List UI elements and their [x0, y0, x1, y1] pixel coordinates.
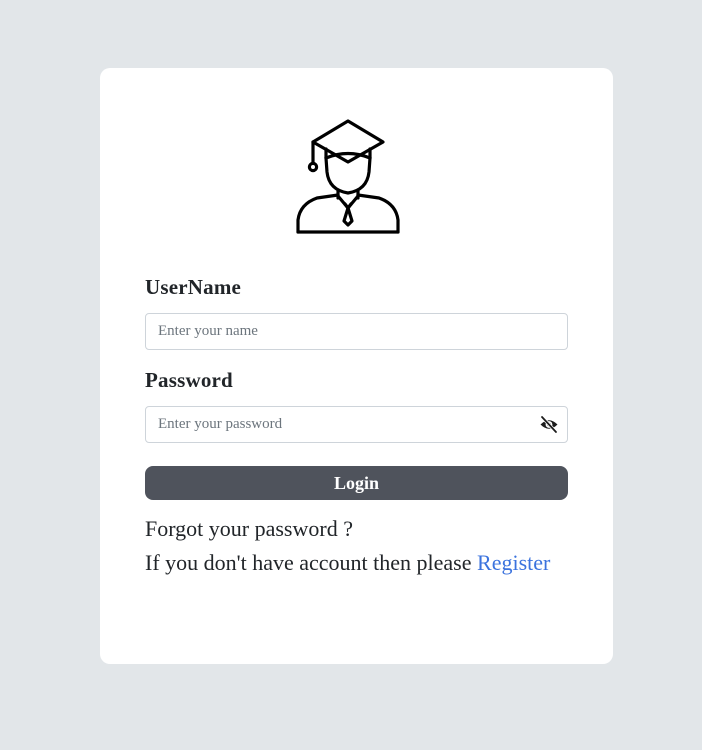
graduate-user-icon — [295, 119, 400, 234]
login-form: UserName Password Login Forgot your pass… — [145, 274, 568, 576]
register-line: If you don't have account then please Re… — [145, 550, 568, 576]
logo — [100, 118, 613, 236]
login-card: UserName Password Login Forgot your pass… — [100, 68, 613, 664]
password-input[interactable] — [145, 406, 568, 443]
register-link[interactable]: Register — [477, 550, 550, 575]
username-field-wrapper — [145, 313, 568, 350]
password-label: Password — [145, 368, 233, 392]
username-input[interactable] — [145, 313, 568, 350]
eye-slash-icon[interactable] — [539, 415, 559, 434]
password-field-wrapper — [145, 406, 568, 443]
register-prompt: If you don't have account then please — [145, 550, 478, 575]
login-button[interactable]: Login — [145, 466, 568, 500]
forgot-password-link[interactable]: Forgot your password ? — [145, 516, 353, 542]
username-label: UserName — [145, 275, 242, 299]
